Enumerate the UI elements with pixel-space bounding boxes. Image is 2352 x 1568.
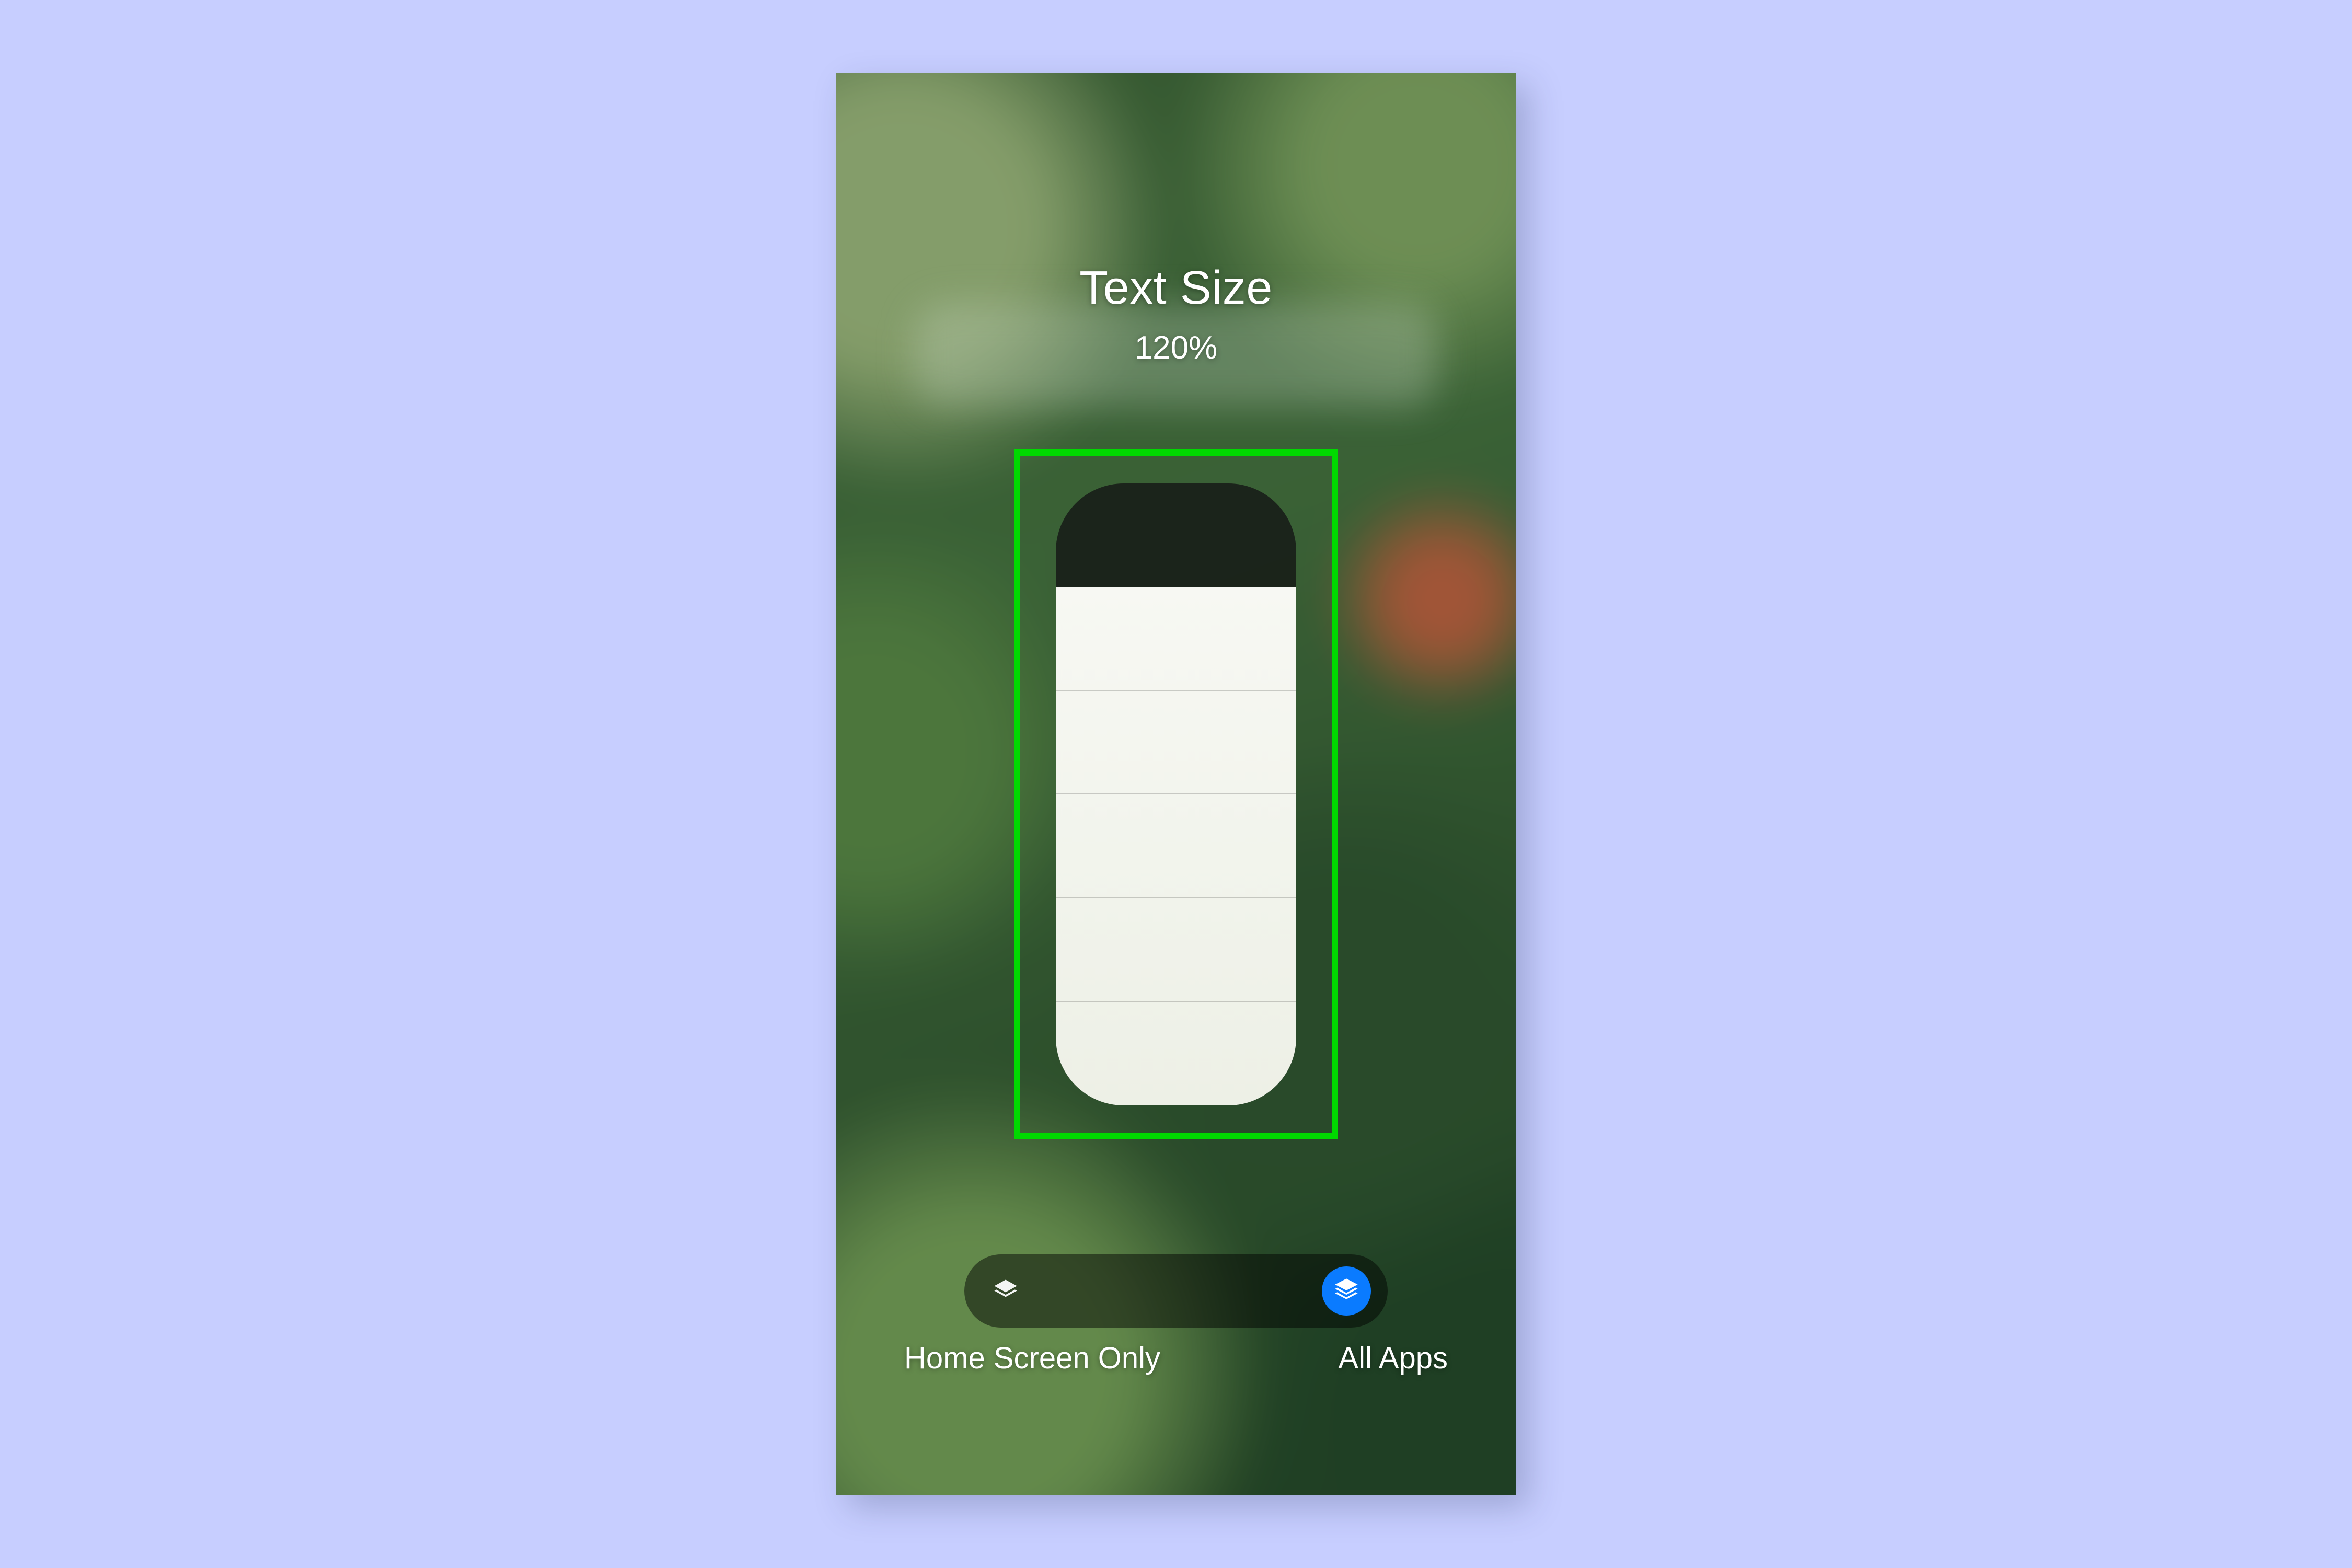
- text-size-value: 120%: [836, 329, 1516, 366]
- text-size-control-panel: Text Size 120% Home Screen Only All Apps: [836, 73, 1516, 1495]
- layers-stack-icon: [1333, 1276, 1360, 1306]
- slider-step-line: [1056, 1001, 1296, 1002]
- slider-step-line: [1056, 690, 1296, 691]
- slider-step-line: [1056, 897, 1296, 898]
- scope-option-home-screen-only[interactable]: [981, 1266, 1030, 1316]
- scope-label-all: All Apps: [1338, 1341, 1448, 1376]
- layers-single-icon: [992, 1276, 1019, 1306]
- slider-track: [1056, 483, 1296, 1105]
- text-size-slider[interactable]: [1056, 483, 1296, 1105]
- scope-labels: Home Screen Only All Apps: [904, 1341, 1448, 1376]
- scope-label-home: Home Screen Only: [904, 1341, 1160, 1376]
- slider-fill: [1056, 587, 1296, 1105]
- scope-option-all-apps[interactable]: [1322, 1266, 1371, 1316]
- scope-toggle: [964, 1254, 1388, 1328]
- panel-title: Text Size: [836, 261, 1516, 315]
- slider-step-line: [1056, 793, 1296, 794]
